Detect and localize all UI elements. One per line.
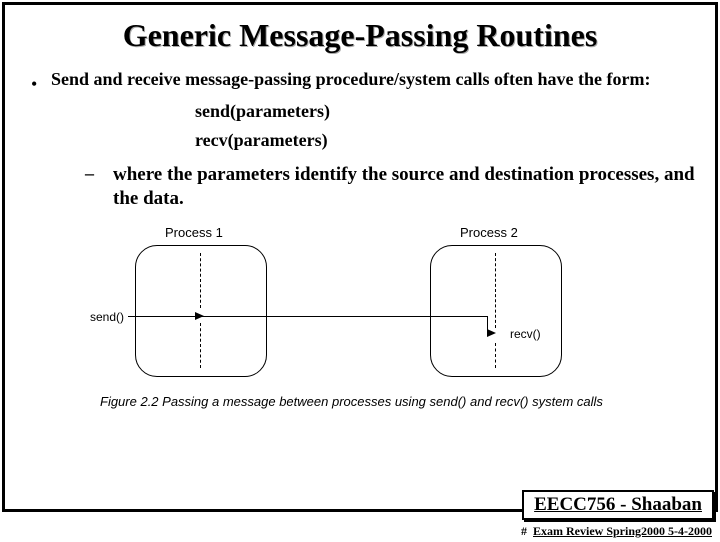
course-box: EECC756 - Shaaban [522, 490, 714, 520]
slide-frame: Generic Message-Passing Routines • Send … [2, 2, 718, 512]
sub-bullet-1-text: where the parameters identify the source… [113, 163, 695, 211]
footer-hash: # [521, 524, 527, 538]
slide-title: Generic Message-Passing Routines [25, 17, 695, 54]
proc2-top-dash [495, 253, 496, 328]
call-recv: recv(parameters) [195, 130, 695, 151]
sub-bullet-1: – where the parameters identify the sour… [85, 163, 695, 211]
proc2-bottom-dash [495, 343, 496, 368]
process-2-label: Process 2 [460, 225, 518, 240]
proc1-bottom-dash [200, 323, 201, 368]
footer: # Exam Review Spring2000 5-4-2000 [521, 524, 712, 539]
bullet-1-text: Send and receive message-passing procedu… [51, 68, 650, 91]
message-arrow [200, 316, 487, 317]
figure-caption: Figure 2.2 Passing a message between pro… [100, 394, 603, 409]
bullet-marker: • [31, 75, 37, 93]
bullet-1: • Send and receive message-passing proce… [31, 68, 695, 93]
process-1-label: Process 1 [165, 225, 223, 240]
process-2-box [430, 245, 562, 377]
send-into-proc1 [128, 316, 200, 317]
process-1-box [135, 245, 267, 377]
call-send: send(parameters) [195, 101, 695, 122]
dash-marker: – [85, 163, 99, 184]
proc1-top-dash [200, 253, 201, 308]
send-label: send() [90, 310, 124, 324]
footer-text: Exam Review Spring2000 5-4-2000 [533, 524, 712, 538]
recv-label: recv() [510, 327, 541, 341]
message-arrow-head [487, 329, 496, 337]
diagram: Process 1 Process 2 send() recv() Figure… [80, 223, 640, 413]
